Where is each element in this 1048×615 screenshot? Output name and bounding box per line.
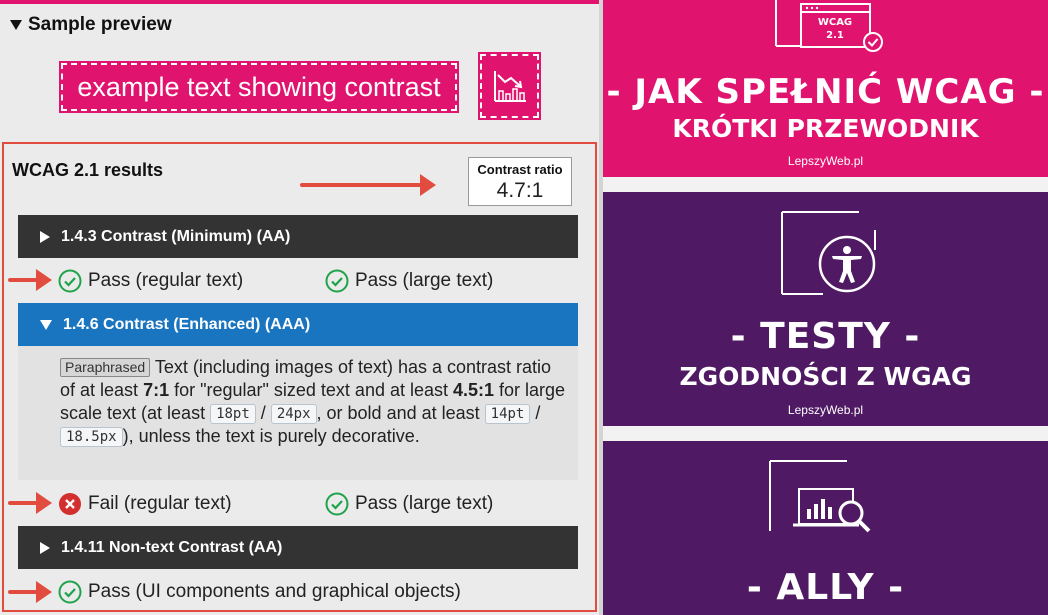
criterion-label: 1.4.6 Contrast (Enhanced) (AAA): [63, 315, 311, 333]
card-site: LepszyWeb.pl: [787, 154, 864, 168]
contrast-ratio-value: 4.7:1: [496, 179, 544, 202]
desc-text: ), unless the text is purely decorative.: [122, 426, 420, 446]
criterion-label: 1.4.3 Contrast (Minimum) (AA): [61, 227, 291, 245]
caret-right-icon: [40, 541, 50, 554]
sample-preview-title: Sample preview: [28, 14, 172, 35]
badge-version: 2.1: [826, 30, 844, 41]
paraphrased-tag: Paraphrased: [60, 358, 151, 377]
result-text: Fail (regular text): [88, 493, 232, 514]
annotation-arrow: [8, 581, 52, 603]
criterion-description: Paraphrased Text (including images of te…: [18, 346, 578, 480]
pass-check-icon: [325, 269, 349, 293]
desc-text: , or bold and at least: [316, 403, 485, 423]
caret-down-icon: [10, 20, 22, 30]
article-cards-column: WCAG 2.1 - JAK SPEŁNIĆ WCAG - KRÓTKI PRZ…: [603, 0, 1048, 615]
result-pass-regular: Pass (regular text): [58, 269, 243, 293]
result-text: Pass (large text): [355, 270, 494, 291]
result-text: Pass (large text): [355, 493, 494, 514]
annotation-arrow: [300, 174, 436, 196]
result-pass-large: Pass (large text): [325, 492, 493, 516]
sample-preview-toggle[interactable]: Sample preview: [10, 14, 172, 36]
card-subtitle: KRÓTKI PRZEWODNIK: [672, 114, 979, 143]
card-subtitle: ZGODNOŚCI Z WGAG: [679, 362, 972, 391]
desc-code: 24px: [270, 404, 317, 424]
contrast-ratio-box: Contrast ratio 4.7:1: [468, 157, 572, 206]
sample-text-preview: example text showing contrast: [59, 61, 459, 113]
card-title: - ALLY -: [746, 567, 905, 608]
chart-decline-icon: [478, 52, 541, 120]
result-text: Pass (regular text): [88, 270, 244, 291]
card-title: - JAK SPEŁNIĆ WCAG -: [606, 72, 1045, 112]
desc-text: /: [255, 403, 271, 423]
criterion-label: 1.4.11 Non-text Contrast (AA): [61, 538, 283, 556]
article-card-tests[interactable]: - TESTY - ZGODNOŚCI Z WGAG LepszyWeb.pl: [603, 192, 1048, 426]
pass-check-icon: [58, 269, 82, 293]
article-card-wcag-guide[interactable]: WCAG 2.1 - JAK SPEŁNIĆ WCAG - KRÓTKI PRZ…: [603, 0, 1048, 177]
desc-text: /: [530, 403, 541, 423]
card-title: - TESTY -: [730, 316, 921, 357]
desc-bold: 4.5:1: [453, 380, 495, 400]
top-accent-bar: [0, 0, 599, 4]
laptop-magnifier-icon: [769, 457, 879, 552]
desc-code: 18pt: [210, 404, 256, 424]
contrast-ratio-label: Contrast ratio: [477, 162, 563, 177]
contrast-checker-panel: Sample preview example text showing cont…: [0, 0, 599, 615]
caret-right-icon: [40, 230, 50, 243]
article-card-ally[interactable]: - ALLY -: [603, 441, 1048, 615]
annotation-arrow: [8, 492, 52, 514]
badge-wcag: WCAG: [818, 17, 852, 28]
desc-code: 14pt: [484, 404, 531, 424]
card-site: LepszyWeb.pl: [787, 403, 864, 417]
desc-text: for "regular" sized text and at least: [169, 380, 453, 400]
results-title: WCAG 2.1 results: [12, 160, 164, 180]
criterion-1-4-3-toggle[interactable]: 1.4.3 Contrast (Minimum) (AA): [18, 215, 578, 258]
result-pass-ui: Pass (UI components and graphical object…: [58, 580, 461, 604]
pass-check-icon: [325, 492, 349, 516]
pass-check-icon: [58, 580, 82, 604]
caret-down-icon: [40, 319, 52, 330]
desc-code: 18.5px: [60, 427, 123, 447]
desc-bold: 7:1: [143, 380, 170, 400]
result-pass-large: Pass (large text): [325, 269, 493, 293]
result-fail-regular: Fail (regular text): [58, 492, 232, 516]
result-text: Pass (UI components and graphical object…: [88, 581, 461, 602]
criterion-1-4-11-toggle[interactable]: 1.4.11 Non-text Contrast (AA): [18, 526, 578, 569]
accessibility-person-icon: [781, 210, 881, 305]
fail-x-icon: [58, 492, 82, 516]
annotation-arrow: [8, 269, 52, 291]
criterion-1-4-6-toggle[interactable]: 1.4.6 Contrast (Enhanced) (AAA): [18, 303, 578, 346]
wcag-checklist-icon: WCAG 2.1: [773, 0, 885, 61]
